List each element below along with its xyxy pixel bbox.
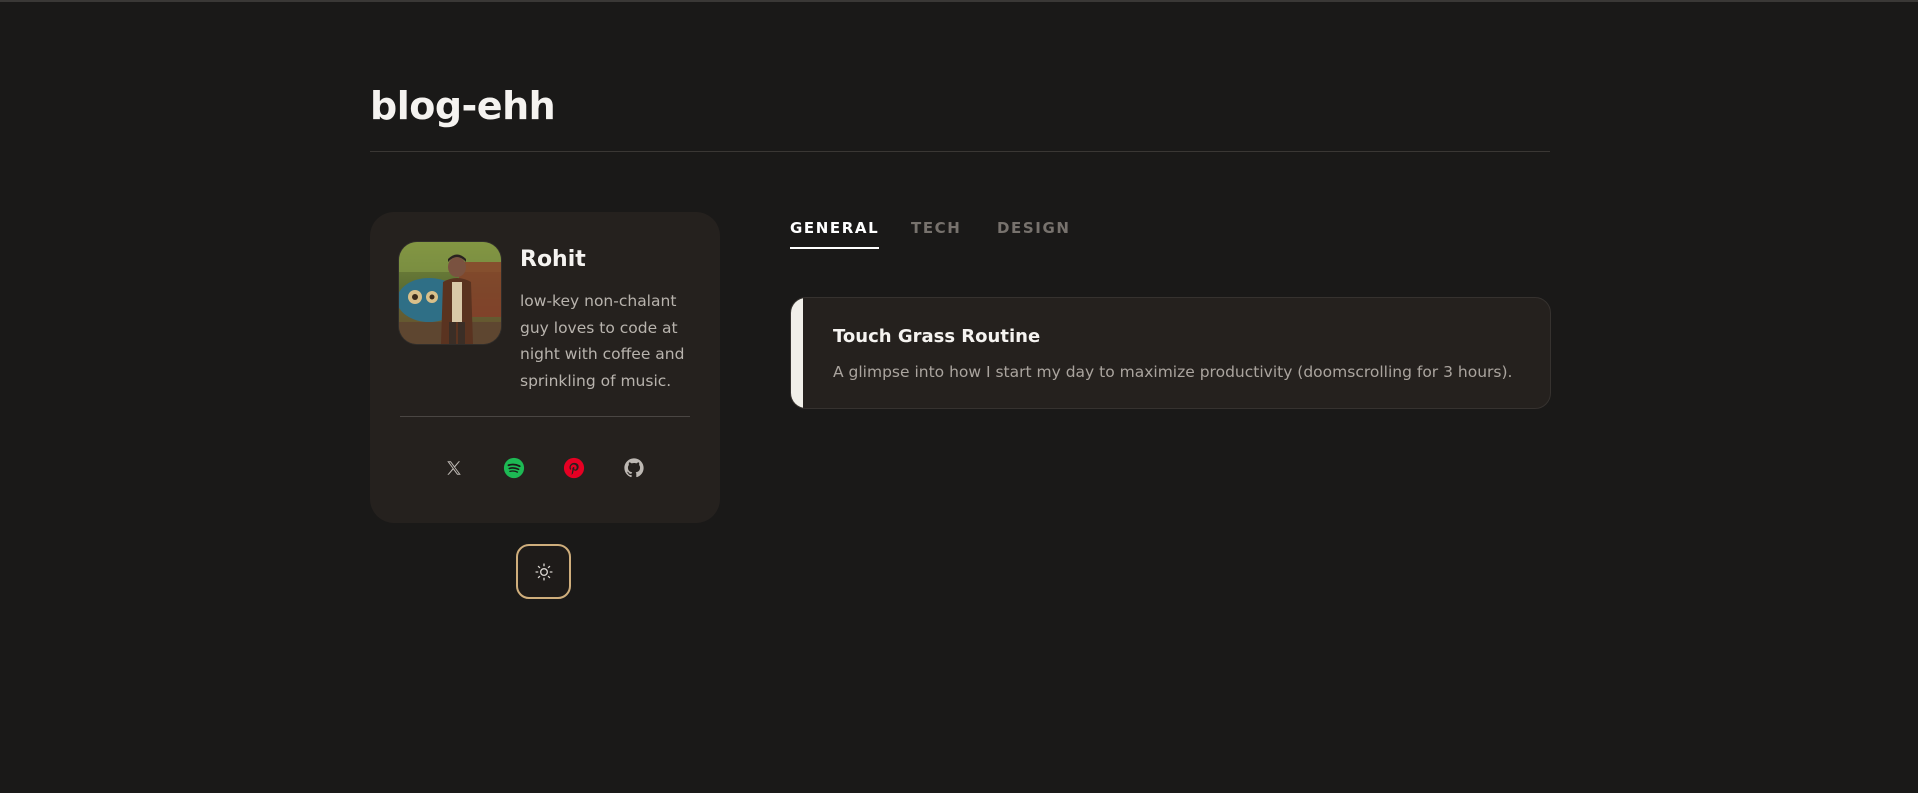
avatar bbox=[399, 242, 501, 344]
page-container: blog-ehh Rohit low-key non-chalant guy l… bbox=[370, 0, 1551, 793]
x-icon bbox=[447, 461, 461, 475]
github-link[interactable] bbox=[620, 454, 648, 482]
card-divider bbox=[400, 416, 690, 417]
profile-bio: low-key non-chalant guy loves to code at… bbox=[520, 292, 685, 390]
x-link[interactable] bbox=[440, 454, 468, 482]
spotify-link[interactable] bbox=[500, 454, 528, 482]
theme-toggle-button[interactable] bbox=[516, 544, 571, 599]
profile-card: Rohit low-key non-chalant guy loves to c… bbox=[370, 212, 720, 523]
post-title[interactable]: Touch Grass Routine bbox=[833, 325, 1040, 349]
profile-name: Rohit bbox=[520, 247, 586, 272]
pinterest-link[interactable] bbox=[560, 454, 588, 482]
spotify-icon bbox=[503, 457, 525, 479]
sun-icon bbox=[534, 562, 553, 581]
github-icon bbox=[624, 458, 644, 478]
person-photo-avatar-icon bbox=[399, 242, 501, 344]
header-divider bbox=[370, 151, 1550, 152]
post-description: A glimpse into how I start my day to max… bbox=[833, 363, 1513, 381]
post-accent-bar bbox=[791, 298, 803, 408]
tab-design[interactable]: DESIGN bbox=[997, 210, 1071, 248]
pinterest-icon bbox=[563, 457, 585, 479]
site-title[interactable]: blog-ehh bbox=[370, 82, 556, 130]
post-card[interactable]: Touch Grass Routine A glimpse into how I… bbox=[790, 297, 1551, 409]
social-links bbox=[370, 454, 720, 484]
tab-general[interactable]: GENERAL bbox=[790, 210, 880, 249]
tab-tech[interactable]: TECH bbox=[911, 210, 961, 248]
